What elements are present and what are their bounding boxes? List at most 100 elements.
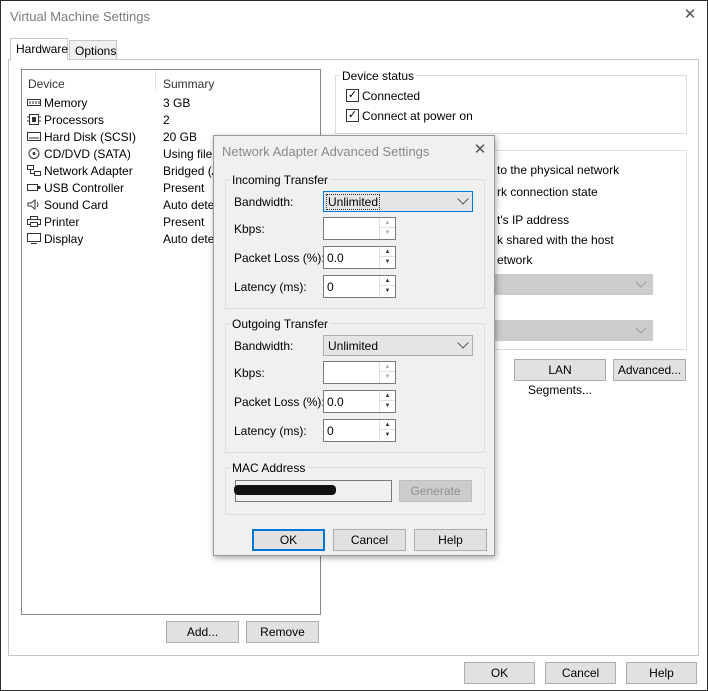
device-name: Hard Disk (SCSI)	[44, 130, 137, 144]
incoming-transfer-title: Incoming Transfer	[230, 173, 331, 187]
close-icon[interactable]: ✕	[682, 7, 698, 23]
chevron-down-icon	[457, 193, 469, 205]
outgoing-bandwidth-value: Unlimited	[328, 339, 379, 353]
spin-down-icon[interactable]: ▼	[380, 372, 395, 382]
mac-address-title: MAC Address	[230, 461, 308, 475]
spin-down-icon[interactable]: ▼	[380, 286, 395, 296]
sound-card-icon	[27, 199, 39, 210]
help-button[interactable]: Help	[626, 662, 697, 684]
incoming-packet-loss-label: Packet Loss (%):	[234, 251, 325, 265]
window-title: Virtual Machine Settings	[10, 9, 150, 24]
device-row-memory[interactable]: Memory 3 GB	[26, 95, 316, 112]
device-name: Display	[44, 232, 84, 246]
spin-down-icon[interactable]: ▼	[380, 430, 395, 440]
tab-options[interactable]: Options	[69, 40, 117, 60]
column-header-summary[interactable]: Summary	[163, 77, 214, 91]
outgoing-transfer-title: Outgoing Transfer	[230, 317, 331, 331]
dialog-cancel-button[interactable]: Cancel	[333, 529, 406, 551]
dialog-title: Network Adapter Advanced Settings	[222, 144, 430, 159]
hard-disk-icon	[27, 132, 41, 141]
device-status-group	[335, 75, 687, 134]
connect-at-power-on-label: Connect at power on	[362, 109, 473, 123]
network-option-text: t's IP address	[497, 213, 570, 227]
device-name: Memory	[44, 96, 88, 110]
spin-up-icon[interactable]: ▲	[380, 362, 395, 372]
incoming-latency-value: 0	[327, 280, 334, 294]
network-adapter-advanced-dialog: Network Adapter Advanced Settings ✕ Inco…	[213, 135, 495, 556]
cd-dvd-icon	[28, 148, 40, 159]
spin-down-icon[interactable]: ▼	[380, 401, 395, 411]
network-dropdown-disabled[interactable]	[490, 274, 653, 295]
spin-down-icon[interactable]: ▼	[380, 228, 395, 238]
device-summary: 20 GB	[163, 130, 198, 144]
close-icon[interactable]: ✕	[472, 142, 488, 158]
incoming-kbps-spinner[interactable]: ▲ ▼	[323, 217, 396, 240]
advanced-button[interactable]: Advanced...	[613, 359, 686, 381]
spin-up-icon[interactable]: ▲	[380, 218, 395, 228]
memory-icon	[27, 99, 41, 106]
device-summary: Auto detec	[163, 232, 221, 246]
incoming-bandwidth-select[interactable]: Unlimited	[323, 191, 473, 212]
outgoing-bandwidth-label: Bandwidth:	[234, 339, 294, 353]
network-option-text: to the physical network	[497, 163, 620, 177]
connected-label: Connected	[362, 89, 421, 103]
redacted-value	[234, 485, 336, 495]
generate-button[interactable]: Generate	[399, 480, 472, 502]
outgoing-packet-loss-spinner[interactable]: 0.0 ▲ ▼	[323, 390, 396, 413]
incoming-packet-loss-value: 0.0	[327, 251, 344, 265]
spin-up-icon[interactable]: ▲	[380, 391, 395, 401]
column-header-device[interactable]: Device	[28, 77, 65, 91]
mac-address-field[interactable]	[234, 480, 392, 502]
outgoing-bandwidth-select[interactable]: Unlimited	[323, 335, 473, 356]
device-summary: Present	[163, 215, 205, 229]
device-row-processors[interactable]: Processors 2	[26, 112, 316, 129]
incoming-latency-spinner[interactable]: 0 ▲ ▼	[323, 275, 396, 298]
spin-down-icon[interactable]: ▼	[380, 257, 395, 267]
dialog-ok-button[interactable]: OK	[252, 529, 325, 551]
dialog-help-button[interactable]: Help	[414, 529, 487, 551]
remove-button[interactable]: Remove	[246, 621, 319, 643]
printer-icon	[27, 216, 41, 227]
device-summary: 3 GB	[163, 96, 191, 110]
outgoing-latency-value: 0	[327, 424, 334, 438]
spin-up-icon[interactable]: ▲	[380, 247, 395, 257]
outgoing-latency-label: Latency (ms):	[234, 424, 307, 438]
outgoing-packet-loss-value: 0.0	[327, 395, 344, 409]
network-option-text: etwork	[497, 253, 533, 267]
processor-icon	[27, 114, 41, 125]
outgoing-kbps-label: Kbps:	[234, 366, 265, 380]
device-summary: Auto detec	[163, 198, 221, 212]
add-button[interactable]: Add...	[166, 621, 239, 643]
incoming-latency-label: Latency (ms):	[234, 280, 307, 294]
chevron-down-icon	[457, 337, 469, 349]
connect-at-power-on-checkbox[interactable]: ✓	[346, 109, 359, 122]
incoming-packet-loss-spinner[interactable]: 0.0 ▲ ▼	[323, 246, 396, 269]
network-option-text: k shared with the host	[497, 233, 614, 247]
incoming-bandwidth-label: Bandwidth:	[234, 195, 294, 209]
device-name: Printer	[44, 215, 80, 229]
device-summary: 2	[163, 113, 170, 127]
outgoing-latency-spinner[interactable]: 0 ▲ ▼	[323, 419, 396, 442]
device-name: Sound Card	[44, 198, 109, 212]
connected-checkbox[interactable]: ✓	[346, 89, 359, 102]
device-status-title: Device status	[340, 69, 417, 83]
ok-button[interactable]: OK	[464, 662, 535, 684]
outgoing-kbps-spinner[interactable]: ▲ ▼	[323, 361, 396, 384]
cancel-button[interactable]: Cancel	[545, 662, 616, 684]
lan-segments-button[interactable]: LAN Segments...	[514, 359, 606, 397]
network-adapter-icon	[27, 165, 41, 176]
tab-hardware[interactable]: Hardware	[10, 38, 68, 60]
device-name: Processors	[44, 113, 105, 127]
spin-up-icon[interactable]: ▲	[380, 420, 395, 430]
usb-icon	[27, 184, 41, 191]
outgoing-packet-loss-label: Packet Loss (%):	[234, 395, 325, 409]
spin-up-icon[interactable]: ▲	[380, 276, 395, 286]
display-icon	[27, 233, 41, 244]
device-name: Network Adapter	[44, 164, 133, 178]
network-dropdown-disabled[interactable]	[490, 320, 653, 341]
network-option-text: rk connection state	[497, 185, 598, 199]
device-name: USB Controller	[44, 181, 125, 195]
device-summary: Present	[163, 181, 205, 195]
device-name: CD/DVD (SATA)	[44, 147, 131, 161]
column-separator	[155, 70, 156, 90]
